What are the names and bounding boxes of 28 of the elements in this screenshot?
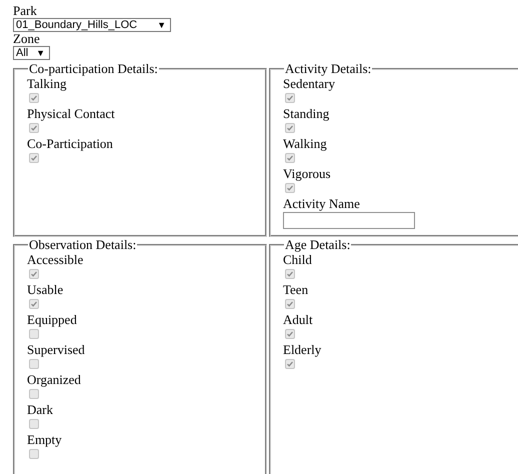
checkbox-label: Dark — [27, 402, 53, 417]
park-dropdown[interactable]: 01_Boundary_Hills_LOC ▼ — [13, 18, 171, 32]
checkbox-label: Walking — [283, 136, 327, 151]
checkbox-label: Usable — [27, 282, 64, 297]
input-field[interactable] — [283, 212, 415, 229]
field-label: Activity Name — [283, 196, 360, 211]
checkbox-label: Sedentary — [283, 76, 335, 91]
checkbox-label: Supervised — [27, 342, 85, 357]
checkbox-label: Vigorous — [283, 166, 331, 181]
checkbox-label: Elderly — [283, 342, 322, 357]
checkbox-label: Adult — [283, 312, 313, 327]
checkbox-label: Equipped — [27, 312, 77, 327]
panel-legend: Age Details: — [284, 238, 352, 252]
field-label: Zone — [13, 32, 40, 46]
panel-legend: Co-participation Details: — [28, 62, 159, 76]
panel-legend: Observation Details: — [28, 238, 138, 252]
panel-legend: Activity Details: — [284, 62, 372, 76]
checkbox-label: Physical Contact — [27, 106, 115, 121]
checkbox-label: Child — [283, 252, 312, 267]
checkbox-label: Standing — [283, 106, 330, 121]
checkbox-label: Accessible — [27, 252, 84, 267]
checkbox-label: Organized — [27, 372, 81, 387]
checkbox-label: Empty — [27, 432, 62, 447]
field-label: Park — [13, 4, 37, 18]
checkbox-label: Co-Participation — [27, 136, 113, 151]
checkbox-label: Teen — [283, 282, 308, 297]
checkbox-label: Talking — [27, 76, 67, 91]
zone-dropdown[interactable]: All ▼ — [13, 46, 50, 60]
